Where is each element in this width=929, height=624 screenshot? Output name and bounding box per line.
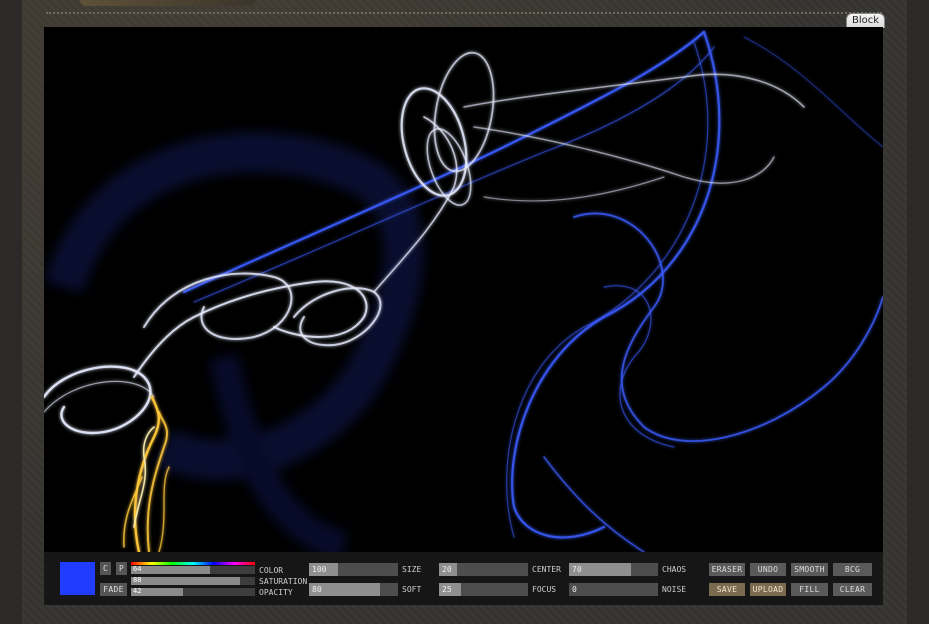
hue-spectrum[interactable] — [131, 562, 255, 565]
size-label: SIZE — [402, 565, 422, 574]
opacity-label: OPACITY — [259, 588, 293, 597]
fade-button[interactable]: FADE — [100, 583, 127, 596]
site-logo — [80, 0, 255, 6]
color-slider-fill — [131, 566, 211, 574]
upload-button[interactable]: UPLOAD — [750, 583, 786, 596]
center-label: CENTER — [532, 565, 561, 574]
chaos-value: 70 — [572, 565, 582, 574]
saturation-slider-fill — [131, 577, 241, 585]
eraser-button[interactable]: ERASER — [709, 563, 745, 576]
brush-color-swatch[interactable] — [60, 562, 95, 595]
soft-label: SOFT — [402, 585, 422, 594]
c-button[interactable]: C — [100, 562, 111, 575]
noise-slider[interactable]: 0 — [569, 583, 658, 596]
bcg-button[interactable]: BCG — [833, 563, 872, 576]
undo-button[interactable]: UNDO — [750, 563, 786, 576]
noise-label: NOISE — [662, 585, 687, 594]
color-slider[interactable]: 64 — [131, 565, 255, 574]
size-slider[interactable]: 100 — [309, 563, 398, 576]
soft-value: 80 — [312, 585, 322, 594]
opacity-value: 42 — [133, 587, 142, 595]
top-divider — [46, 12, 882, 14]
smoke-artwork — [44, 30, 883, 552]
focus-value: 25 — [442, 585, 452, 594]
p-button[interactable]: P — [116, 562, 127, 575]
smooth-button[interactable]: SMOOTH — [791, 563, 828, 576]
chaos-label: CHAOS — [662, 565, 687, 574]
soft-slider[interactable]: 80 — [309, 583, 398, 596]
clear-button[interactable]: CLEAR — [833, 583, 872, 596]
center-slider[interactable]: 20 — [439, 563, 528, 576]
noise-value: 0 — [572, 585, 577, 594]
fill-button[interactable]: FILL — [791, 583, 828, 596]
saturation-slider[interactable]: 88 — [131, 576, 255, 585]
color-value: 64 — [133, 565, 142, 573]
color-label: COLOR — [259, 566, 284, 575]
focus-label: FOCUS — [532, 585, 557, 594]
size-value: 100 — [312, 565, 327, 574]
brush-toolbar: C P FADE 64 88 42 COLOR SATURATION OPACI… — [44, 552, 883, 605]
saturation-label: SATURATION — [259, 577, 308, 586]
drawing-canvas[interactable] — [44, 27, 883, 552]
chaos-slider[interactable]: 70 — [569, 563, 658, 576]
block-button[interactable]: Block — [846, 13, 885, 28]
opacity-slider[interactable]: 42 — [131, 587, 255, 596]
focus-slider[interactable]: 25 — [439, 583, 528, 596]
save-button[interactable]: SAVE — [709, 583, 745, 596]
saturation-value: 88 — [133, 576, 142, 584]
center-value: 20 — [442, 565, 452, 574]
